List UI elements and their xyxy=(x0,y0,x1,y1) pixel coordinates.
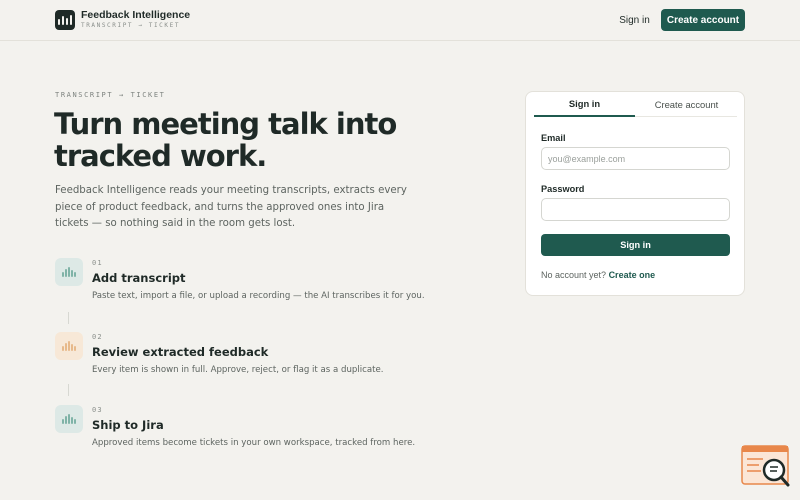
auth-tabs: Sign in Create account xyxy=(534,92,737,117)
step-description: Approved items become tickets in your ow… xyxy=(92,438,416,448)
create-one-link[interactable]: Create one xyxy=(609,270,656,280)
step-ship-to-jira: 03 Ship to Jira Approved items become ti… xyxy=(55,405,415,455)
waveform-icon xyxy=(55,332,83,360)
step-connector xyxy=(68,384,69,396)
step-description: Paste text, import a file, or upload a r… xyxy=(92,291,425,301)
nav-sign-in-link[interactable]: Sign in xyxy=(612,9,657,31)
brand-name: Feedback Intelligence xyxy=(81,9,191,21)
step-title: Review extracted feedback xyxy=(92,345,269,359)
brand-logo-icon xyxy=(55,9,75,30)
email-field[interactable] xyxy=(541,147,730,170)
brand[interactable]: Feedback Intelligence TRANSCRIPT → TICKE… xyxy=(55,9,190,30)
step-title: Ship to Jira xyxy=(92,418,164,432)
waveform-icon xyxy=(55,405,83,433)
step-description: Every item is shown in full. Approve, re… xyxy=(92,365,384,375)
email-label: Email xyxy=(541,133,566,143)
password-label: Password xyxy=(541,184,585,194)
auth-footnote: No account yet? Create one xyxy=(541,270,655,280)
step-review-feedback: 02 Review extracted feedback Every item … xyxy=(55,332,415,382)
tab-sign-in[interactable]: Sign in xyxy=(534,92,635,117)
step-number: 01 xyxy=(92,259,103,267)
step-add-transcript: 01 Add transcript Paste text, import a f… xyxy=(55,258,425,308)
hero-headline: Turn meeting talk into tracked work. xyxy=(54,107,397,173)
sign-in-button[interactable]: Sign in xyxy=(541,234,730,256)
hero-eyebrow: TRANSCRIPT → TICKET xyxy=(55,91,166,99)
step-number: 03 xyxy=(92,406,103,414)
step-number: 02 xyxy=(92,333,103,341)
auth-card: Sign in Create account Email Password Si… xyxy=(525,91,745,296)
hero-description: Feedback Intelligence reads your meeting… xyxy=(55,185,407,229)
tab-create-account[interactable]: Create account xyxy=(636,92,737,117)
waveform-icon xyxy=(55,258,83,286)
top-bar: Feedback Intelligence TRANSCRIPT → TICKE… xyxy=(0,0,800,41)
step-connector xyxy=(68,312,69,324)
footnote-text: No account yet? xyxy=(541,270,607,280)
feedback-widget-icon[interactable] xyxy=(741,445,791,489)
password-field[interactable] xyxy=(541,198,730,221)
brand-tagline: TRANSCRIPT → TICKET xyxy=(81,22,181,29)
nav-create-account-button[interactable]: Create account xyxy=(661,9,745,31)
step-title: Add transcript xyxy=(92,271,186,285)
